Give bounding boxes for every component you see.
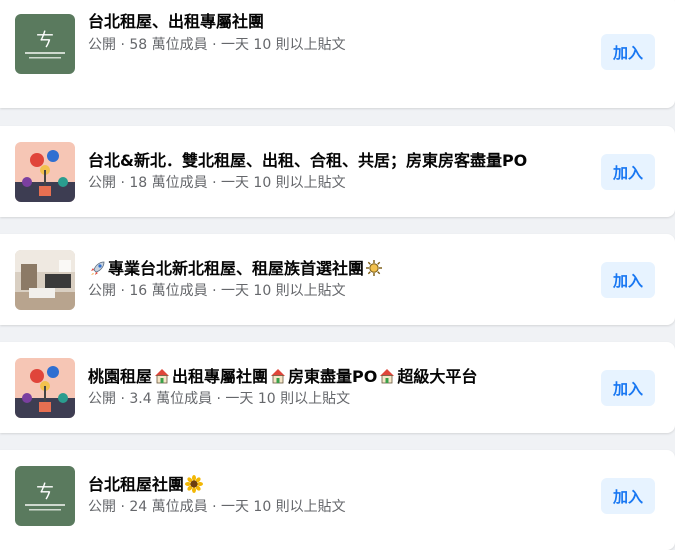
group-meta: 公開 · 18 萬位成員 · 一天 10 則以上貼文 [88, 175, 346, 191]
sun-icon [365, 259, 383, 282]
svg-text:ㄘ: ㄘ [36, 482, 54, 503]
group-title[interactable]: 台北租屋社團 [88, 475, 204, 498]
group-title-text[interactable]: 台北租屋、出租專屬社團 [88, 12, 264, 31]
group-card[interactable]: ㄘ 台北租屋、出租專屬社團 公開 · 58 萬位成員 · 一天 10 則以上貼文… [0, 0, 675, 108]
group-meta: 公開 · 16 萬位成員 · 一天 10 則以上貼文 [88, 283, 346, 299]
group-meta: 公開 · 24 萬位成員 · 一天 10 則以上貼文 [88, 499, 346, 515]
group-card[interactable]: 桃園租屋 出租專屬社團 房東盡量PO 超級大平台 公開 · 3.4 萬位成員 ·… [0, 342, 675, 433]
group-title[interactable]: 專業台北新北租屋、租屋族首選社團 [88, 259, 384, 282]
group-title-text[interactable]: 台北&新北．雙北租屋、出租、合租、共居；房東房客盡量PO [88, 151, 527, 170]
group-thumbnail[interactable]: ㄘ [15, 14, 75, 74]
house-icon [153, 367, 171, 390]
group-title-text[interactable]: 桃園租屋 [88, 367, 152, 386]
join-button[interactable]: 加入 [601, 34, 655, 70]
group-title-text[interactable]: 專業台北新北租屋、租屋族首選社團 [108, 259, 364, 278]
join-button[interactable]: 加入 [601, 478, 655, 514]
group-card[interactable]: ㄘ 台北租屋社團 公開 · 24 萬位成員 · 一天 10 則以上貼文 加入 [0, 450, 675, 550]
group-card[interactable]: 台北&新北．雙北租屋、出租、合租、共居；房東房客盡量PO 公開 · 18 萬位成… [0, 126, 675, 217]
rocket-icon [89, 259, 107, 282]
house-icon [269, 367, 287, 390]
group-title[interactable]: 台北租屋、出租專屬社團 [88, 12, 264, 32]
group-title-text[interactable]: 超級大平台 [397, 367, 477, 386]
sunflower-icon [185, 475, 204, 498]
group-thumbnail[interactable] [15, 250, 75, 310]
group-thumbnail[interactable]: ㄘ [15, 466, 75, 526]
group-title-text[interactable]: 出租專屬社團 [172, 367, 268, 386]
group-thumbnail[interactable] [15, 358, 75, 418]
group-title-text[interactable]: 房東盡量PO [288, 367, 377, 386]
group-thumbnail[interactable] [15, 142, 75, 202]
join-button[interactable]: 加入 [601, 262, 655, 298]
group-card[interactable]: 專業台北新北租屋、租屋族首選社團 公開 · 16 萬位成員 · 一天 10 則以… [0, 234, 675, 325]
svg-text:ㄘ: ㄘ [36, 30, 54, 51]
group-meta: 公開 · 58 萬位成員 · 一天 10 則以上貼文 [88, 37, 346, 53]
group-title[interactable]: 桃園租屋 出租專屬社團 房東盡量PO 超級大平台 [88, 367, 477, 390]
join-button[interactable]: 加入 [601, 370, 655, 406]
group-meta: 公開 · 3.4 萬位成員 · 一天 10 則以上貼文 [88, 391, 351, 407]
join-button[interactable]: 加入 [601, 154, 655, 190]
group-title-text[interactable]: 台北租屋社團 [88, 475, 184, 494]
group-title[interactable]: 台北&新北．雙北租屋、出租、合租、共居；房東房客盡量PO [88, 151, 527, 171]
house-icon [378, 367, 396, 390]
